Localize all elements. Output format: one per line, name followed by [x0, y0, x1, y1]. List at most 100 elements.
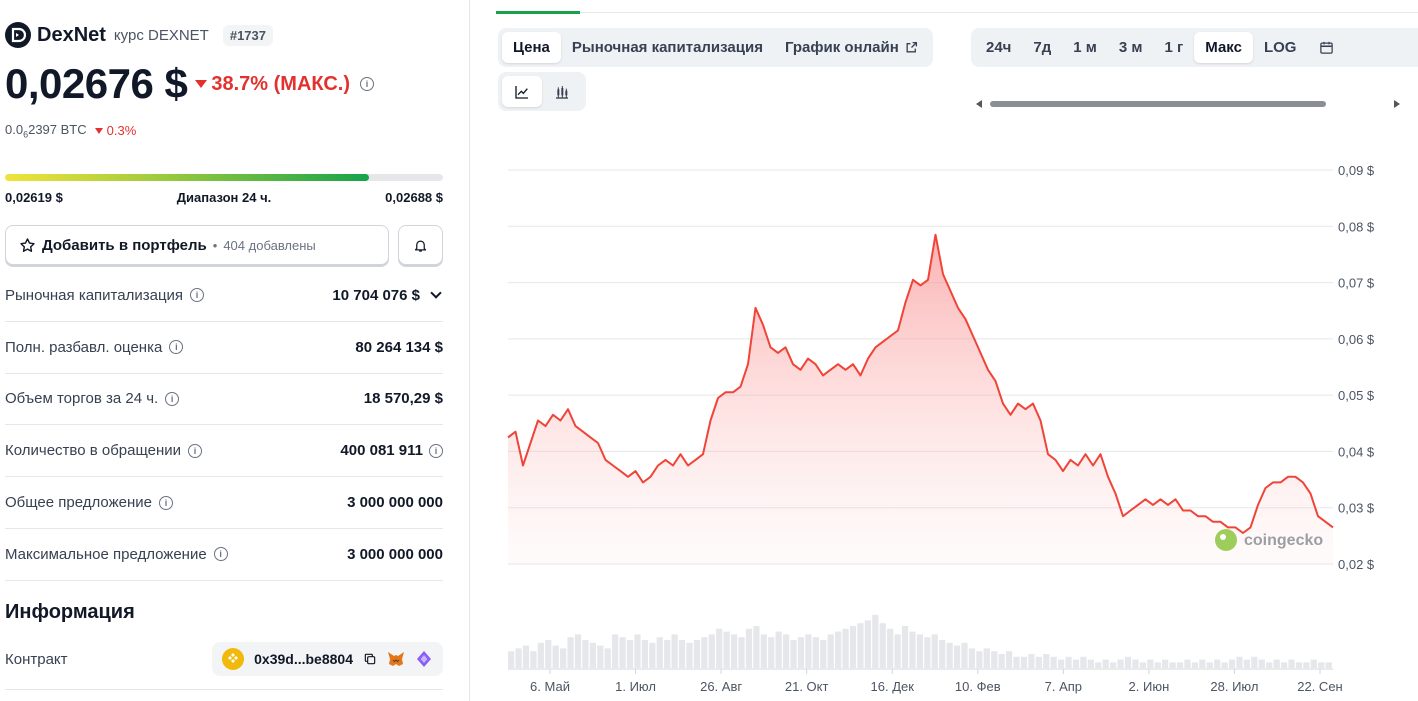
- info-icon[interactable]: i: [188, 443, 203, 458]
- price-change: 38.7% (МАКС.): [195, 73, 350, 96]
- metamask-icon[interactable]: [387, 651, 405, 667]
- volume-bar: [835, 631, 842, 668]
- stat-row-fdv: Полн. разбавл. оценка i 80 264 134 $: [5, 322, 443, 374]
- volume-bar: [619, 637, 626, 668]
- volume-bar: [1132, 659, 1139, 668]
- copy-icon[interactable]: [363, 652, 377, 666]
- current-price: 0,02676 $: [5, 60, 188, 107]
- volume-bar: [738, 637, 745, 668]
- stats-table: Рыночная капитализация i 10 704 076 $ Пол…: [5, 270, 443, 581]
- dexnet-logo-icon: [5, 22, 31, 48]
- watermark-text: coingecko: [1244, 532, 1323, 549]
- coin-name: DexNet: [37, 23, 106, 46]
- volume-bar: [983, 648, 990, 668]
- rank-badge: #1737: [222, 24, 273, 46]
- volume-bar: [656, 637, 663, 668]
- info-icon[interactable]: i: [429, 443, 443, 458]
- volume-bar: [820, 640, 827, 668]
- volume-bar: [530, 651, 537, 668]
- stat-row-market-cap: Рыночная капитализация i 10 704 076 $: [5, 270, 443, 322]
- range-low: 0,02619 $: [5, 190, 63, 205]
- price-change-value: 38.7% (МАКС.): [211, 72, 350, 95]
- volume-bar: [1191, 662, 1199, 668]
- info-icon[interactable]: i: [360, 77, 374, 91]
- volume-bar: [1214, 659, 1221, 668]
- volume-bar: [1169, 662, 1176, 668]
- price-alert-button[interactable]: [398, 225, 443, 265]
- volume-bar: [589, 642, 596, 668]
- volume-bar: [924, 637, 931, 668]
- volume-bar: [1087, 659, 1094, 668]
- contract-label: Контракт: [5, 650, 68, 668]
- volume-bar: [552, 645, 559, 668]
- info-icon[interactable]: i: [165, 391, 180, 406]
- volume-24h-value: 18 570,29 $: [363, 390, 443, 408]
- chevron-down-icon[interactable]: [430, 287, 442, 300]
- info-section-title: Информация: [5, 601, 135, 623]
- volume-bar: [693, 640, 701, 668]
- volume-bar: [574, 634, 582, 668]
- info-icon[interactable]: i: [169, 340, 184, 355]
- volume-bar: [649, 642, 656, 668]
- coingecko-watermark: coingecko: [1215, 529, 1323, 551]
- volume-bar: [1176, 662, 1184, 668]
- range-label: Диапазон 24 ч.: [176, 190, 272, 205]
- volume-bar: [894, 634, 901, 668]
- x-tick-label: 28. Июл: [1210, 679, 1258, 694]
- volume-bar: [626, 640, 634, 668]
- volume-bar: [1124, 656, 1132, 668]
- caret-down-icon: [195, 80, 208, 88]
- coin-subtitle: курс DEXNET: [113, 26, 209, 44]
- volume-bar: [597, 645, 604, 668]
- volume-bar: [976, 651, 983, 668]
- btc-price-row: 0.062397 BTC 0.3%: [5, 122, 136, 140]
- price-chart[interactable]: 0,09 $ 0,08 $ 0,07 $ 0,06 $ 0,05 $ 0,04 $ 0,03…: [470, 0, 1418, 701]
- volume-bar: [1147, 659, 1154, 668]
- portfolio-separator: •: [212, 237, 218, 253]
- volume-bar: [1065, 656, 1072, 668]
- volume-bar: [827, 634, 834, 668]
- volume-bar: [783, 634, 790, 668]
- volume-bar: [931, 634, 938, 668]
- portfolio-label: Добавить в портфель: [42, 236, 207, 254]
- volume-bar: [753, 626, 760, 668]
- y-tick-label: 0,05 $: [1338, 388, 1375, 403]
- volume-bar: [1043, 654, 1050, 668]
- explorer-icon[interactable]: [415, 650, 433, 668]
- y-tick-label: 0,03 $: [1338, 501, 1375, 516]
- volume-bar: [1139, 662, 1146, 668]
- volume-bar: [723, 631, 730, 668]
- y-tick-label: 0,06 $: [1338, 332, 1375, 347]
- volume-bar: [1236, 656, 1243, 668]
- x-tick-label: 21. Окт: [785, 679, 829, 694]
- volume-bar: [768, 637, 775, 668]
- volume-bar: [1020, 656, 1028, 668]
- info-icon[interactable]: i: [159, 495, 173, 510]
- volume-bar: [1303, 662, 1310, 668]
- info-icon[interactable]: i: [213, 547, 228, 562]
- info-icon[interactable]: i: [190, 288, 205, 303]
- volume-bar: [515, 648, 522, 668]
- add-to-portfolio-button[interactable]: Добавить в портфель • 404 добавлены: [5, 225, 389, 265]
- volume-bar: [901, 626, 909, 668]
- volume-bar: [790, 640, 797, 668]
- volume-bar: [939, 640, 946, 668]
- market-cap-value[interactable]: 10 704 076 $: [332, 287, 443, 304]
- volume-bar: [1013, 656, 1020, 668]
- caret-down-icon: [94, 127, 103, 134]
- volume-bar: [1266, 662, 1273, 668]
- circulating-supply-value: 400 081 911 i: [340, 442, 443, 459]
- volume-bar: [872, 614, 879, 668]
- stat-row-max-supply: Максимальное предложение i 3 000 000 000: [5, 529, 443, 581]
- volume-bar: [686, 642, 693, 668]
- volume-bar: [1243, 659, 1251, 668]
- volume-bar: [560, 648, 567, 668]
- volume-bar: [857, 623, 864, 668]
- volume-bar: [730, 634, 738, 668]
- volume-bar: [1251, 656, 1258, 668]
- x-tick-label: 16. Дек: [871, 679, 915, 694]
- total-supply-value: 3 000 000 000: [347, 494, 443, 512]
- contract-pill[interactable]: 0x39d...be8804: [212, 642, 443, 676]
- left-panel: DexNet курс DEXNET #1737 0,02676 $ 38.7%…: [0, 0, 450, 701]
- volume-bar: [1102, 659, 1109, 668]
